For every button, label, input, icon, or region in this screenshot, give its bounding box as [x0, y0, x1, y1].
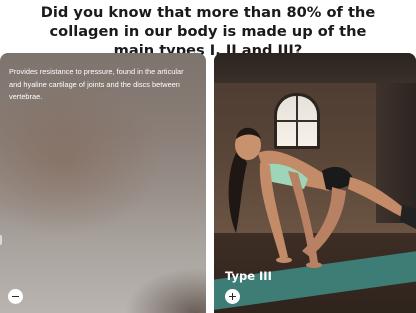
- collagen-card-type-ii[interactable]: Provides resistance to pressure, found i…: [0, 53, 206, 313]
- card-description: Provides resistance to pressure, found i…: [9, 67, 184, 102]
- minus-icon: [12, 295, 19, 298]
- carousel-edge-indicator: [0, 235, 2, 245]
- card-title: Type III: [225, 269, 272, 283]
- collapse-card-button[interactable]: [8, 289, 23, 304]
- page-headline: Did you know that more than 80% of the c…: [40, 4, 376, 59]
- expand-card-button[interactable]: [225, 289, 240, 304]
- collagen-card-type-iii[interactable]: Type III: [214, 53, 416, 313]
